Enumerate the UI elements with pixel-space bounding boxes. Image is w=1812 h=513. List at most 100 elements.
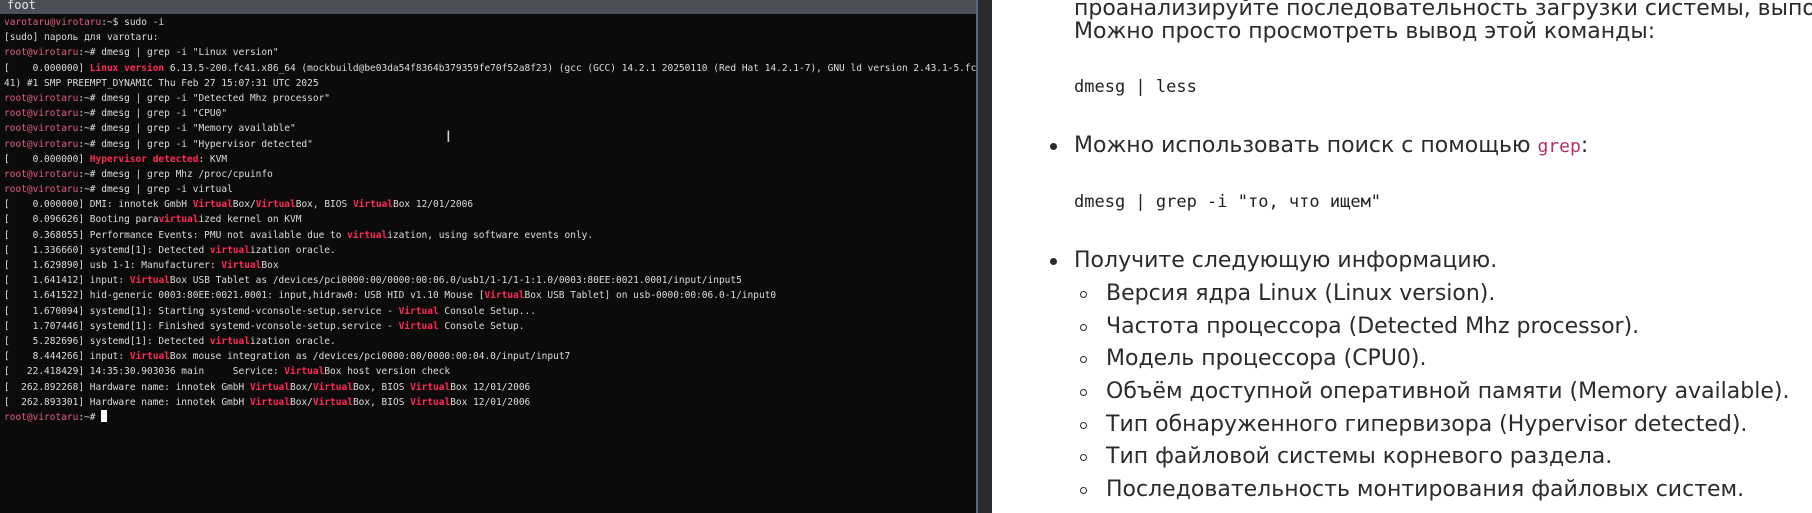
inline-code-grep: grep <box>1537 136 1581 157</box>
terminal-line: root@virotaru:~# dmesg | grep -i "Detect… <box>4 91 976 106</box>
terminal-text: [ 5.282696] systemd[1]: Detected <box>4 335 210 347</box>
terminal-cursor <box>101 409 108 422</box>
list-item: Тип обнаруженного гипервизора (Hyperviso… <box>1106 412 1748 437</box>
terminal-text: :~# dmesg | grep -i "Detected Mhz proces… <box>78 92 331 104</box>
prompt-user-host: root@virotaru <box>4 123 79 135</box>
terminal-line: [ 262.892268] Hardware name: innotek Gmb… <box>4 380 976 395</box>
terminal-line: [ 1.629890] usb 1-1: Manufacturer: Virtu… <box>4 258 976 273</box>
window-gap <box>978 0 992 513</box>
terminal-text: :~$ sudo -i <box>101 17 165 28</box>
grep-match: Virtual <box>129 351 170 363</box>
terminal-line: [ 1.670094] systemd[1]: Starting systemd… <box>4 304 976 319</box>
terminal-text: Box, BIOS <box>352 396 411 408</box>
text-cursor-icon: I <box>446 127 451 146</box>
grep-match: Virtual <box>484 290 525 302</box>
grep-match: Virtual <box>221 260 262 271</box>
grep-match: Virtual <box>398 320 439 332</box>
terminal-text: [ 1.641522] hid-generic 0003:80EE:0021.0… <box>4 290 485 302</box>
prompt-user-host: varotaru@virotaru <box>4 17 102 28</box>
sub-bullet-icon <box>1080 422 1087 429</box>
bullet-icon <box>1050 258 1057 265</box>
grep-match: Virtual <box>312 396 353 408</box>
list-item: Последовательность монтирования файловых… <box>1106 477 1745 502</box>
terminal-line: [ 0.000000] Hypervisor detected: KVM <box>4 152 976 167</box>
terminal-text: [ 0.000000] <box>4 62 90 74</box>
list-item: Версия ядра Linux (Linux version). <box>1106 281 1496 306</box>
terminal-text: 6.13.5-200.fc41.x86_64 (mockbuild@be03da… <box>164 62 976 74</box>
terminal-line: 41) #1 SMP PREEMPT_DYNAMIC Thu Feb 27 15… <box>4 76 976 91</box>
terminal-text: :~# dmesg | grep -i "CPU0" <box>78 108 228 120</box>
terminal-text: Box, BIOS <box>295 199 353 211</box>
terminal-line: [ 0.000000] DMI: innotek GmbH VirtualBox… <box>4 197 976 212</box>
terminal-text: : KVM <box>198 153 228 165</box>
grep-match: virtual <box>209 244 250 256</box>
terminal-text: [ 0.096626] Booting para <box>4 214 159 226</box>
grep-match: Virtual <box>249 396 290 408</box>
bullet-info-text: Получите следующую информацию. <box>1074 248 1498 273</box>
terminal-line: [ 5.282696] systemd[1]: Detected virtual… <box>4 334 976 349</box>
list-item: Тип файловой системы корневого раздела. <box>1106 444 1613 469</box>
prompt-user-host: root@virotaru <box>4 47 79 59</box>
terminal-text: [ 8.444266] input: <box>4 351 130 363</box>
terminal-text: :~# <box>78 411 102 423</box>
terminal-text: Box 12/01/2006 <box>450 381 531 393</box>
grep-match: Linux version <box>89 62 165 74</box>
terminal-line: [ 1.707446] systemd[1]: Finished systemd… <box>4 319 976 334</box>
terminal-text: [ 1.641412] input: <box>4 275 130 287</box>
terminal-line: root@virotaru:~# dmesg | grep -i "Hyperv… <box>4 137 976 152</box>
terminal-line: root@virotaru:~# dmesg | grep -i "Memory… <box>4 121 976 136</box>
terminal-line: root@virotaru:~# dmesg | grep -i "Linux … <box>4 45 976 60</box>
sub-bullet-icon <box>1080 454 1087 461</box>
prompt-user-host: root@virotaru <box>4 138 79 150</box>
terminal-text: [ 1.707446] systemd[1]: Finished systemd… <box>4 320 399 332</box>
terminal-line: [ 22.418429] 14:35:30.903036 main Servic… <box>4 364 976 379</box>
terminal-output[interactable]: varotaru@virotaru:~$ sudo -i [sudo] парол… <box>4 15 976 425</box>
terminal-line: root@virotaru:~# dmesg | grep -i virtual <box>4 182 976 197</box>
terminal-line: [ 1.336660] systemd[1]: Detected virtual… <box>4 243 976 258</box>
grep-match: Virtual <box>410 396 451 408</box>
terminal-text: [sudo] пароль для varotaru: <box>4 32 159 44</box>
terminal-window[interactable]: foot varotaru@virotaru:~$ sudo -i [sudo] … <box>0 0 978 513</box>
terminal-text: [ 1.336660] systemd[1]: Detected <box>4 244 210 256</box>
terminal-text: Box <box>261 260 279 271</box>
terminal-text: Box 12/01/2006 <box>450 396 531 408</box>
prompt-user-host: root@virotaru <box>4 108 79 120</box>
grep-match: Virtual <box>249 381 290 393</box>
terminal-text: [ 0.000000] DMI: innotek GmbH <box>4 199 193 211</box>
terminal-text: 41) #1 SMP PREEMPT_DYNAMIC Thu Feb 27 15… <box>4 77 319 89</box>
terminal-line: [ 1.641412] input: VirtualBox USB Tablet… <box>4 273 976 288</box>
terminal-title: foot <box>7 0 36 12</box>
terminal-text: [ 262.893301] Hardware name: innotek Gmb… <box>4 396 250 408</box>
terminal-text: ization oracle. <box>249 335 336 347</box>
grep-match: Virtual <box>410 381 451 393</box>
terminal-line: [ 262.893301] Hardware name: innotek Gmb… <box>4 395 976 410</box>
grep-match: Hypervisor detected <box>89 153 199 165</box>
prompt-user-host: root@virotaru <box>4 411 79 423</box>
terminal-text: [ 262.892268] Hardware name: innotek Gmb… <box>4 381 250 393</box>
code-block-less: dmesg | less <box>1074 77 1197 97</box>
list-item: Модель процессора (CPU0). <box>1106 346 1427 371</box>
terminal-line: varotaru@virotaru:~$ sudo -i <box>4 15 976 30</box>
grep-match: Virtual <box>284 366 325 378</box>
grep-match: Virtual <box>312 381 353 393</box>
terminal-text: [ 1.670094] systemd[1]: Starting systemd… <box>4 305 399 317</box>
grep-match: Virtual <box>129 275 170 287</box>
bullet-grep-colon: : <box>1580 133 1589 158</box>
grep-match: Virtual <box>352 199 393 211</box>
terminal-line: [ 0.096626] Booting paravirtualized kern… <box>4 212 976 227</box>
terminal-text: [ 1.629890] usb 1-1: Manufacturer: <box>4 260 222 271</box>
bullet-icon <box>1050 143 1057 150</box>
terminal-titlebar[interactable]: foot <box>0 0 978 14</box>
terminal-line: root@virotaru:~# <box>4 409 976 425</box>
list-item: Объём доступной оперативной памяти (Memo… <box>1106 379 1790 404</box>
prompt-user-host: root@virotaru <box>4 92 79 104</box>
document-view[interactable]: проанализируйте последовательность загру… <box>992 0 1812 513</box>
terminal-line: root@virotaru:~# dmesg | grep Mhz /proc/… <box>4 167 976 182</box>
grep-match: Virtual <box>192 199 233 211</box>
terminal-text: :~# dmesg | grep -i "Linux version" <box>78 47 279 59</box>
terminal-text: Box USB Tablet as /devices/pci0000:00/00… <box>169 275 742 287</box>
grep-match: Virtual <box>255 199 296 211</box>
sub-bullet-icon <box>1080 356 1087 363</box>
terminal-text: ization, using software events only. <box>387 229 594 241</box>
terminal-text: :~# dmesg | grep Mhz /proc/cpuinfo <box>78 168 273 180</box>
